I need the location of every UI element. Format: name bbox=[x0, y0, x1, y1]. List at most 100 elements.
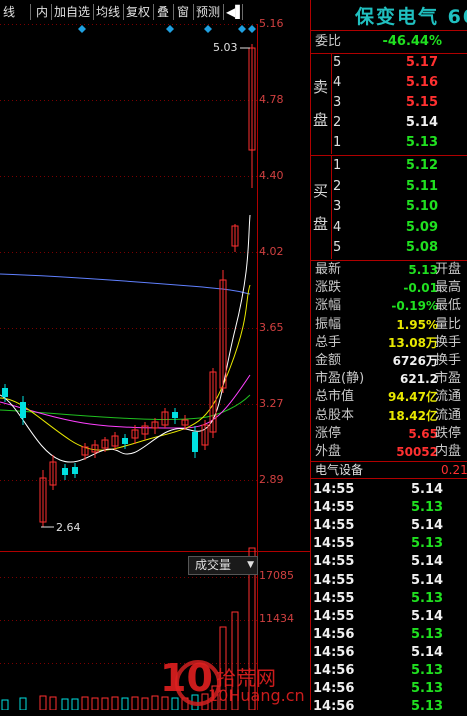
trade-price: 5.14 bbox=[411, 608, 444, 624]
tick-trade-row: 14:55 5.13 bbox=[311, 499, 467, 517]
price-tick-label: 5.16 bbox=[259, 17, 284, 30]
level-price: 5.16 bbox=[405, 75, 438, 90]
chevron-down-icon: ▼ bbox=[247, 560, 254, 570]
toolbar-line-button[interactable]: 线 bbox=[0, 3, 18, 21]
stat-label: 涨跌 bbox=[315, 280, 342, 296]
volume-indicator-dropdown[interactable]: 成交量 ▼ bbox=[188, 556, 258, 575]
quote-stat-row: 涨幅 -0.19% 最低 bbox=[311, 297, 467, 315]
quote-stat-row: 振幅 1.95% 量比 bbox=[311, 316, 467, 334]
stat-label: 市盈(静) bbox=[315, 371, 365, 387]
buy-level-row[interactable]: 1 5.12 bbox=[311, 157, 467, 175]
trade-time: 14:56 bbox=[313, 626, 355, 642]
volume-bar bbox=[49, 696, 57, 711]
toolbar-window-button[interactable]: 窗 bbox=[175, 3, 191, 21]
quote-stat-row: 涨停 5.65 跌停 bbox=[311, 425, 467, 443]
watermark-url: 10Huang.cn bbox=[208, 686, 305, 705]
sell-level-row[interactable]: 2 5.14 bbox=[311, 114, 467, 132]
level-number: 4 bbox=[333, 75, 342, 90]
toolbar-separator bbox=[153, 4, 154, 20]
sector-label: 电气设备 bbox=[315, 463, 364, 477]
volume-bar bbox=[1, 699, 9, 711]
sell-level-row[interactable]: 1 5.13 bbox=[311, 134, 467, 152]
toolbar-ma-button[interactable]: 均线 bbox=[95, 3, 121, 21]
candle-body bbox=[2, 388, 8, 397]
stat-label: 最新 bbox=[315, 262, 342, 277]
trade-time: 14:55 bbox=[313, 536, 355, 552]
buy-level-row[interactable]: 4 5.09 bbox=[311, 219, 467, 237]
quote-panel: 保变电气 60 委比 -46.44% 卖 盘 5 5.17 4 5.16 3 5.15 2 5… bbox=[310, 0, 467, 714]
level-number: 4 bbox=[333, 219, 342, 235]
candlesticks bbox=[2, 44, 256, 527]
kline-chart[interactable]: 5.16 4.78 4.40 4.02 3.65 3.27 2.89 5.03 … bbox=[0, 17, 310, 711]
toolbar-add-favorite-button[interactable]: 加自选 bbox=[53, 3, 91, 21]
toolbar-inner-button[interactable]: 内 bbox=[34, 3, 50, 21]
quote-stat-row: 最新 5.13 开盘 bbox=[311, 261, 467, 279]
sell-level-row[interactable]: 4 5.16 bbox=[311, 74, 467, 92]
level-price: 5.12 bbox=[405, 158, 438, 173]
toolbar-separator bbox=[223, 4, 224, 20]
quote-stat-row: 总市值 94.47亿 流通 bbox=[311, 388, 467, 406]
toolbar-marker-icons bbox=[78, 25, 256, 33]
stat-label-secondary: 最高 bbox=[435, 280, 462, 296]
level-number: 5 bbox=[333, 240, 342, 255]
buy-level-row[interactable]: 5 5.08 bbox=[311, 239, 467, 257]
level-price: 5.13 bbox=[405, 135, 438, 150]
volume-bar bbox=[101, 697, 109, 711]
trade-time: 14:55 bbox=[313, 500, 355, 516]
sell-level-row[interactable]: 3 5.15 bbox=[311, 94, 467, 112]
stat-label-secondary: 换手 bbox=[435, 334, 462, 350]
tick-trade-row: 14:55 5.14 bbox=[311, 553, 467, 571]
buy-level-row[interactable]: 2 5.11 bbox=[311, 178, 467, 196]
candle-body bbox=[72, 467, 78, 474]
sector-value: 0.21 bbox=[441, 463, 467, 477]
level-price: 5.10 bbox=[405, 199, 438, 214]
volume-bar bbox=[71, 698, 79, 711]
toolbar-separator bbox=[173, 4, 174, 20]
weibi-row: 委比 -46.44% bbox=[311, 33, 467, 51]
toolbar-overlay-button[interactable]: 叠 bbox=[155, 3, 171, 21]
quote-stat-row: 总股本 18.42亿 流通 bbox=[311, 407, 467, 425]
volume-bar bbox=[141, 697, 149, 711]
tick-trade-row: 14:55 5.14 bbox=[311, 572, 467, 590]
trade-price: 5.13 bbox=[411, 536, 444, 552]
trade-time: 14:55 bbox=[313, 518, 355, 534]
stat-value: 1.95% bbox=[396, 317, 438, 332]
price-tick-label: 4.40 bbox=[259, 169, 284, 182]
level-number: 1 bbox=[333, 135, 342, 150]
site-watermark: 10 拾荒网 10Huang.cn bbox=[158, 656, 305, 708]
trade-time: 14:56 bbox=[313, 699, 355, 715]
toolbar-adjust-button[interactable]: 复权 bbox=[125, 3, 151, 21]
sector-row[interactable]: 电气设备 0.21 bbox=[311, 461, 467, 479]
sell-level-row[interactable]: 5 5.17 bbox=[311, 54, 467, 72]
quote-stat-row: 金额 6726万 换手 bbox=[311, 352, 467, 370]
tick-trade-row: 14:55 5.14 bbox=[311, 517, 467, 535]
level-number: 1 bbox=[333, 158, 342, 173]
chart-toolbar: 线 内 加自选 均线 复权 叠 窗 预测 ◀▌ bbox=[0, 0, 258, 24]
trade-time: 14:55 bbox=[313, 608, 355, 624]
toolbar-collapse-button[interactable]: ◀▌ bbox=[226, 3, 244, 21]
toolbar-separator bbox=[193, 4, 194, 20]
trade-time: 14:55 bbox=[313, 590, 355, 606]
kline-chart-canvas[interactable] bbox=[0, 24, 310, 711]
divider bbox=[311, 478, 467, 479]
watermark-number: 10 bbox=[160, 656, 213, 700]
trade-time: 14:56 bbox=[313, 663, 355, 678]
trade-price: 5.13 bbox=[411, 663, 444, 678]
trade-price: 5.13 bbox=[411, 590, 444, 606]
stat-label-secondary: 市盈 bbox=[435, 371, 462, 387]
stat-value: 5.13 bbox=[408, 263, 438, 277]
toolbar-separator bbox=[93, 4, 94, 20]
level-price: 5.17 bbox=[405, 55, 438, 70]
trade-time: 14:55 bbox=[313, 572, 355, 588]
stat-value: -0.19% bbox=[391, 299, 438, 314]
toolbar-forecast-button[interactable]: 预测 bbox=[195, 3, 221, 21]
volume-bar bbox=[91, 697, 99, 711]
ma-line bbox=[0, 273, 251, 295]
trade-price: 5.13 bbox=[411, 681, 444, 697]
price-tick-label: 2.89 bbox=[259, 473, 284, 486]
buy-level-row[interactable]: 3 5.10 bbox=[311, 198, 467, 216]
trade-price: 5.13 bbox=[411, 500, 444, 516]
divider bbox=[311, 30, 467, 31]
stat-label-secondary: 开盘 bbox=[435, 262, 462, 277]
quote-stat-row: 市盈(静) 621.2 市盈 bbox=[311, 370, 467, 388]
